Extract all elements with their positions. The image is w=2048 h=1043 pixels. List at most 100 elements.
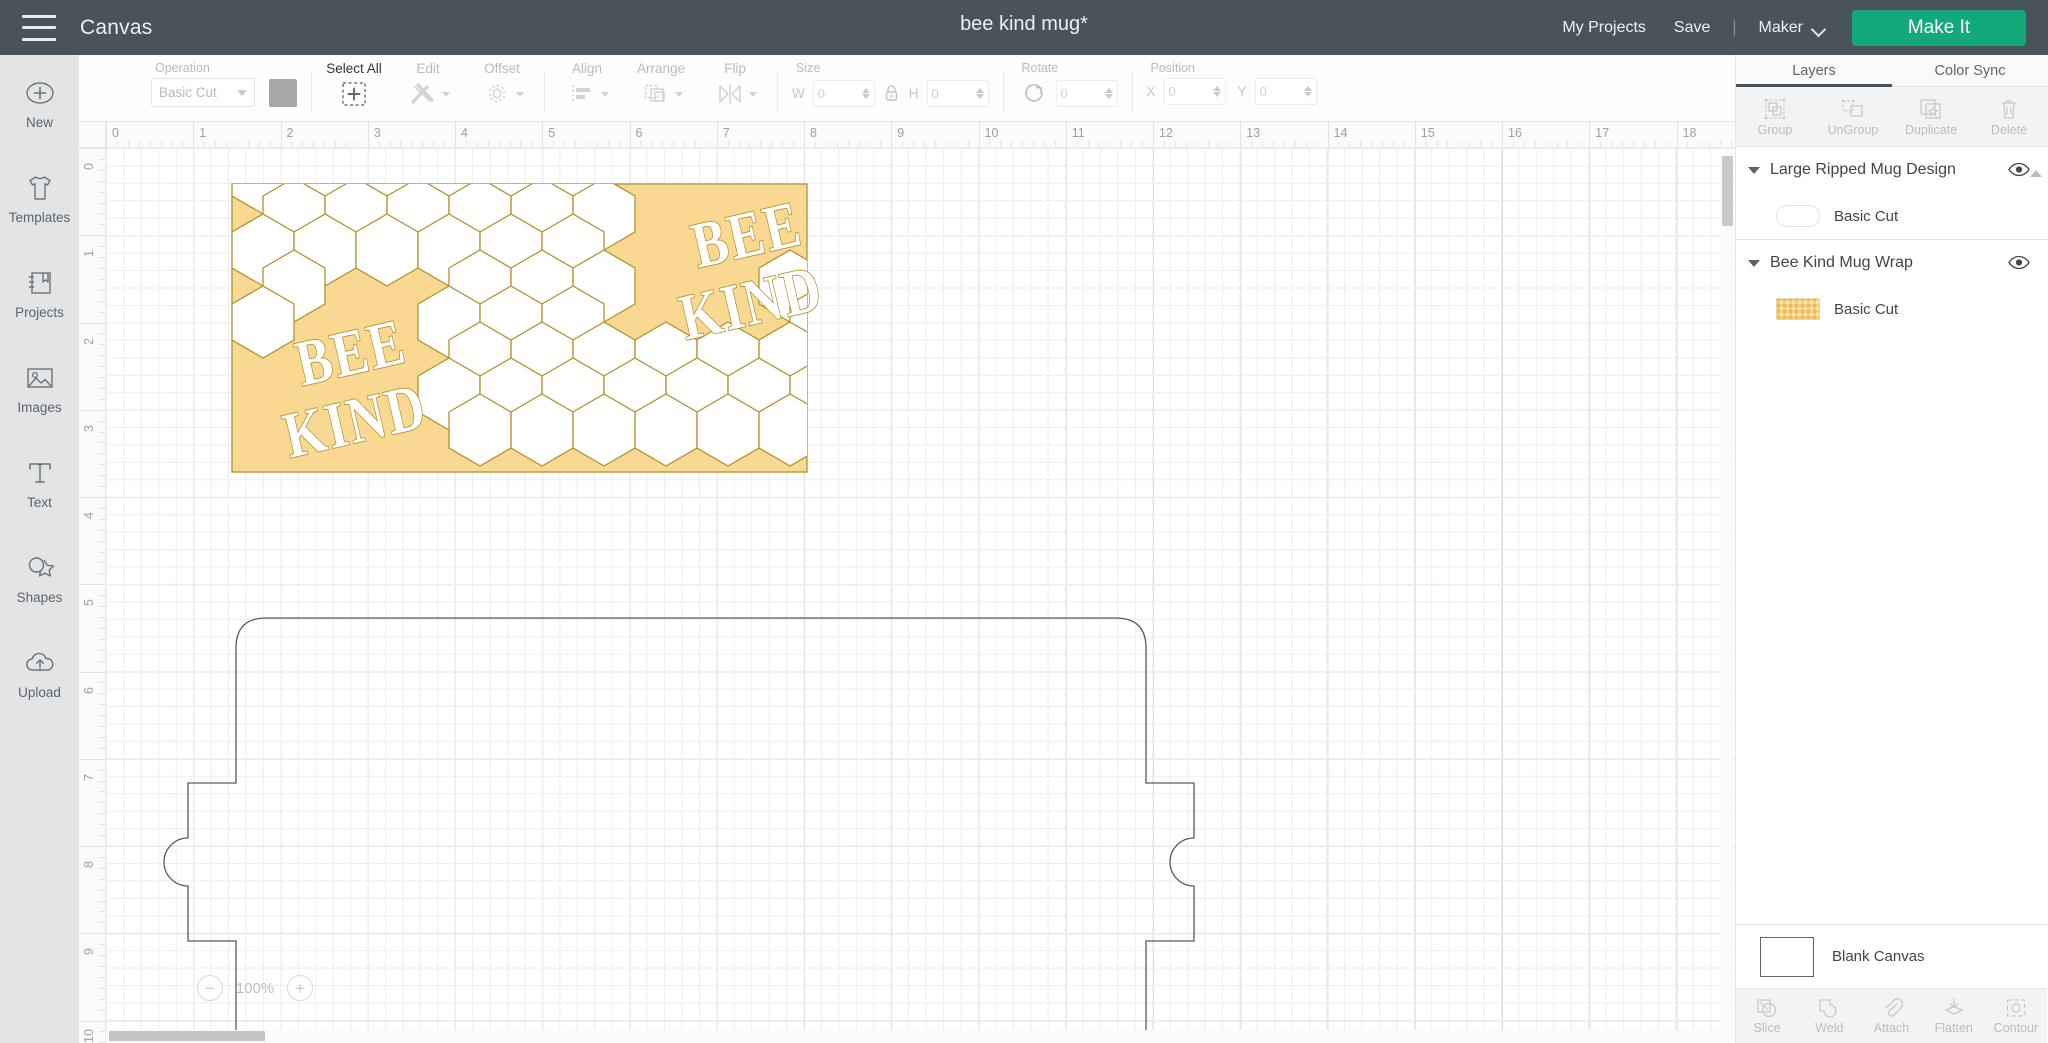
align-button[interactable]: Align bbox=[559, 61, 615, 109]
select-all-button[interactable]: Select All bbox=[326, 61, 382, 109]
shapes-icon bbox=[23, 551, 57, 585]
layer-child-row[interactable]: Basic Cut bbox=[1736, 286, 2048, 332]
ruler-tick bbox=[1676, 122, 1678, 147]
mug-wrap-outline bbox=[163, 617, 1195, 1043]
chevron-down-icon[interactable] bbox=[1748, 259, 1760, 267]
arrange-button[interactable]: Arrange bbox=[633, 61, 689, 109]
canvas-area[interactable]: 0 1 2 3 4 5 6 7 8 9 10 11 12 13 14 15 16 17 18 01234567891… bbox=[79, 122, 1735, 1043]
hamburger-icon[interactable] bbox=[22, 14, 56, 41]
my-projects-link[interactable]: My Projects bbox=[1548, 19, 1660, 37]
ruler-subtick bbox=[1698, 141, 1700, 147]
slice-button[interactable]: Slice bbox=[1736, 989, 1798, 1043]
ruler-subtick bbox=[215, 141, 217, 147]
panel-scroll-up-arrow[interactable] bbox=[2030, 170, 2042, 177]
ruler-tick bbox=[1153, 122, 1154, 147]
canvas-vertical-scroll-thumb[interactable] bbox=[1722, 156, 1733, 226]
zoom-controls: − 100% + bbox=[197, 975, 313, 1001]
delete-button[interactable]: Delete bbox=[1970, 87, 2048, 146]
zoom-out-button[interactable]: − bbox=[197, 975, 223, 1001]
ruler-tick bbox=[1502, 122, 1503, 147]
ruler-label: 5 bbox=[548, 126, 556, 140]
duplicate-label: Duplicate bbox=[1904, 122, 1958, 137]
ruler-subtick bbox=[99, 889, 105, 891]
ruler-tick bbox=[978, 122, 980, 147]
eye-icon[interactable] bbox=[2008, 255, 2030, 271]
ruler-label: 15 bbox=[1420, 126, 1435, 140]
ruler-subtick bbox=[345, 141, 347, 147]
lock-icon[interactable] bbox=[879, 78, 905, 108]
ruler-subtick bbox=[1262, 141, 1264, 147]
ruler-subtick bbox=[967, 141, 969, 147]
sidebar-item-upload[interactable]: Upload bbox=[0, 625, 79, 720]
tab-color-sync[interactable]: Color Sync bbox=[1892, 55, 2048, 86]
zoom-in-button[interactable]: + bbox=[287, 975, 313, 1001]
group-button[interactable]: Group bbox=[1736, 87, 1814, 146]
flip-label: Flip bbox=[724, 61, 746, 76]
operation-color-swatch[interactable] bbox=[269, 78, 297, 107]
ruler-subtick bbox=[847, 141, 849, 147]
ruler-subtick bbox=[509, 141, 511, 147]
layer-child-row[interactable]: Basic Cut bbox=[1736, 193, 2048, 239]
ruler-subtick bbox=[99, 257, 105, 259]
sidebar-item-new[interactable]: New bbox=[0, 55, 79, 150]
operation-dropdown[interactable]: Basic Cut bbox=[151, 78, 255, 107]
ruler-tick bbox=[79, 235, 105, 237]
ungroup-button[interactable]: UnGroup bbox=[1814, 87, 1892, 146]
ruler-subtick bbox=[771, 141, 773, 147]
canvas-grid[interactable]: BEE KIND BEE KIND bbox=[106, 148, 1735, 1043]
layer-group-row[interactable]: Large Ripped Mug Design bbox=[1736, 147, 2048, 193]
ruler-subtick bbox=[1654, 141, 1656, 147]
ruler-subtick bbox=[99, 660, 105, 662]
ruler-subtick bbox=[1316, 141, 1318, 147]
blank-canvas-swatch[interactable] bbox=[1760, 936, 1814, 977]
ruler-subtick bbox=[99, 540, 105, 542]
machine-selector[interactable]: Maker bbox=[1745, 19, 1832, 37]
ruler-tick bbox=[79, 584, 105, 586]
offset-button[interactable]: Offset bbox=[474, 61, 530, 109]
x-position-value: 0 bbox=[1168, 84, 1176, 99]
edit-button[interactable]: Edit bbox=[400, 61, 456, 109]
canvas-material-row[interactable]: Blank Canvas bbox=[1736, 924, 2047, 988]
rotate-stepper[interactable] bbox=[1104, 87, 1113, 99]
y-position-input[interactable]: 0 bbox=[1254, 78, 1317, 105]
ruler-subtick bbox=[99, 693, 105, 695]
width-input[interactable]: 0 bbox=[812, 79, 875, 107]
sidebar-item-images[interactable]: Images bbox=[0, 340, 79, 435]
eye-icon[interactable] bbox=[2008, 162, 2030, 178]
layer-group-title: Bee Kind Mug Wrap bbox=[1770, 254, 1913, 271]
attach-button[interactable]: Attach bbox=[1860, 989, 1922, 1043]
save-button[interactable]: Save bbox=[1660, 19, 1724, 37]
document-title[interactable]: bee kind mug* bbox=[960, 13, 1088, 36]
ruler-subtick bbox=[313, 141, 315, 147]
rotate-input[interactable]: 0 bbox=[1055, 79, 1118, 107]
flatten-button[interactable]: Flatten bbox=[1923, 989, 1985, 1043]
x-position-stepper[interactable] bbox=[1212, 86, 1221, 97]
ruler-subtick bbox=[99, 704, 105, 706]
chevron-down-icon[interactable] bbox=[1748, 166, 1760, 174]
ruler-subtick bbox=[99, 202, 105, 204]
ruler-subtick bbox=[1131, 141, 1133, 147]
height-stepper[interactable] bbox=[975, 87, 984, 99]
ruler-subtick bbox=[1621, 141, 1623, 147]
sidebar-item-templates[interactable]: Templates bbox=[0, 150, 79, 245]
canvas-vertical-scrollbar[interactable] bbox=[1720, 152, 1733, 1040]
tab-layers[interactable]: Layers bbox=[1736, 55, 1892, 87]
width-stepper[interactable] bbox=[861, 87, 870, 99]
layer-group-row[interactable]: Bee Kind Mug Wrap bbox=[1736, 240, 2048, 286]
sidebar-item-text[interactable]: Text bbox=[0, 435, 79, 530]
contour-button[interactable]: Contour bbox=[1985, 989, 2047, 1043]
sidebar-item-shapes[interactable]: Shapes bbox=[0, 530, 79, 625]
ruler-subtick bbox=[1360, 141, 1362, 147]
duplicate-button[interactable]: Duplicate bbox=[1892, 87, 1970, 146]
x-position-input[interactable]: 0 bbox=[1163, 78, 1226, 105]
ruler-subtick bbox=[204, 141, 206, 147]
y-position-stepper[interactable] bbox=[1303, 86, 1312, 97]
flip-button[interactable]: Flip bbox=[707, 61, 763, 109]
height-input[interactable]: 0 bbox=[926, 79, 989, 107]
weld-button[interactable]: Weld bbox=[1798, 989, 1860, 1043]
make-it-button[interactable]: Make It bbox=[1852, 9, 2026, 46]
canvas-horizontal-scroll-thumb[interactable] bbox=[109, 1031, 265, 1041]
sidebar-item-projects[interactable]: Projects bbox=[0, 245, 79, 340]
ruler-subtick bbox=[99, 551, 105, 553]
canvas-horizontal-scrollbar[interactable] bbox=[106, 1030, 1726, 1043]
